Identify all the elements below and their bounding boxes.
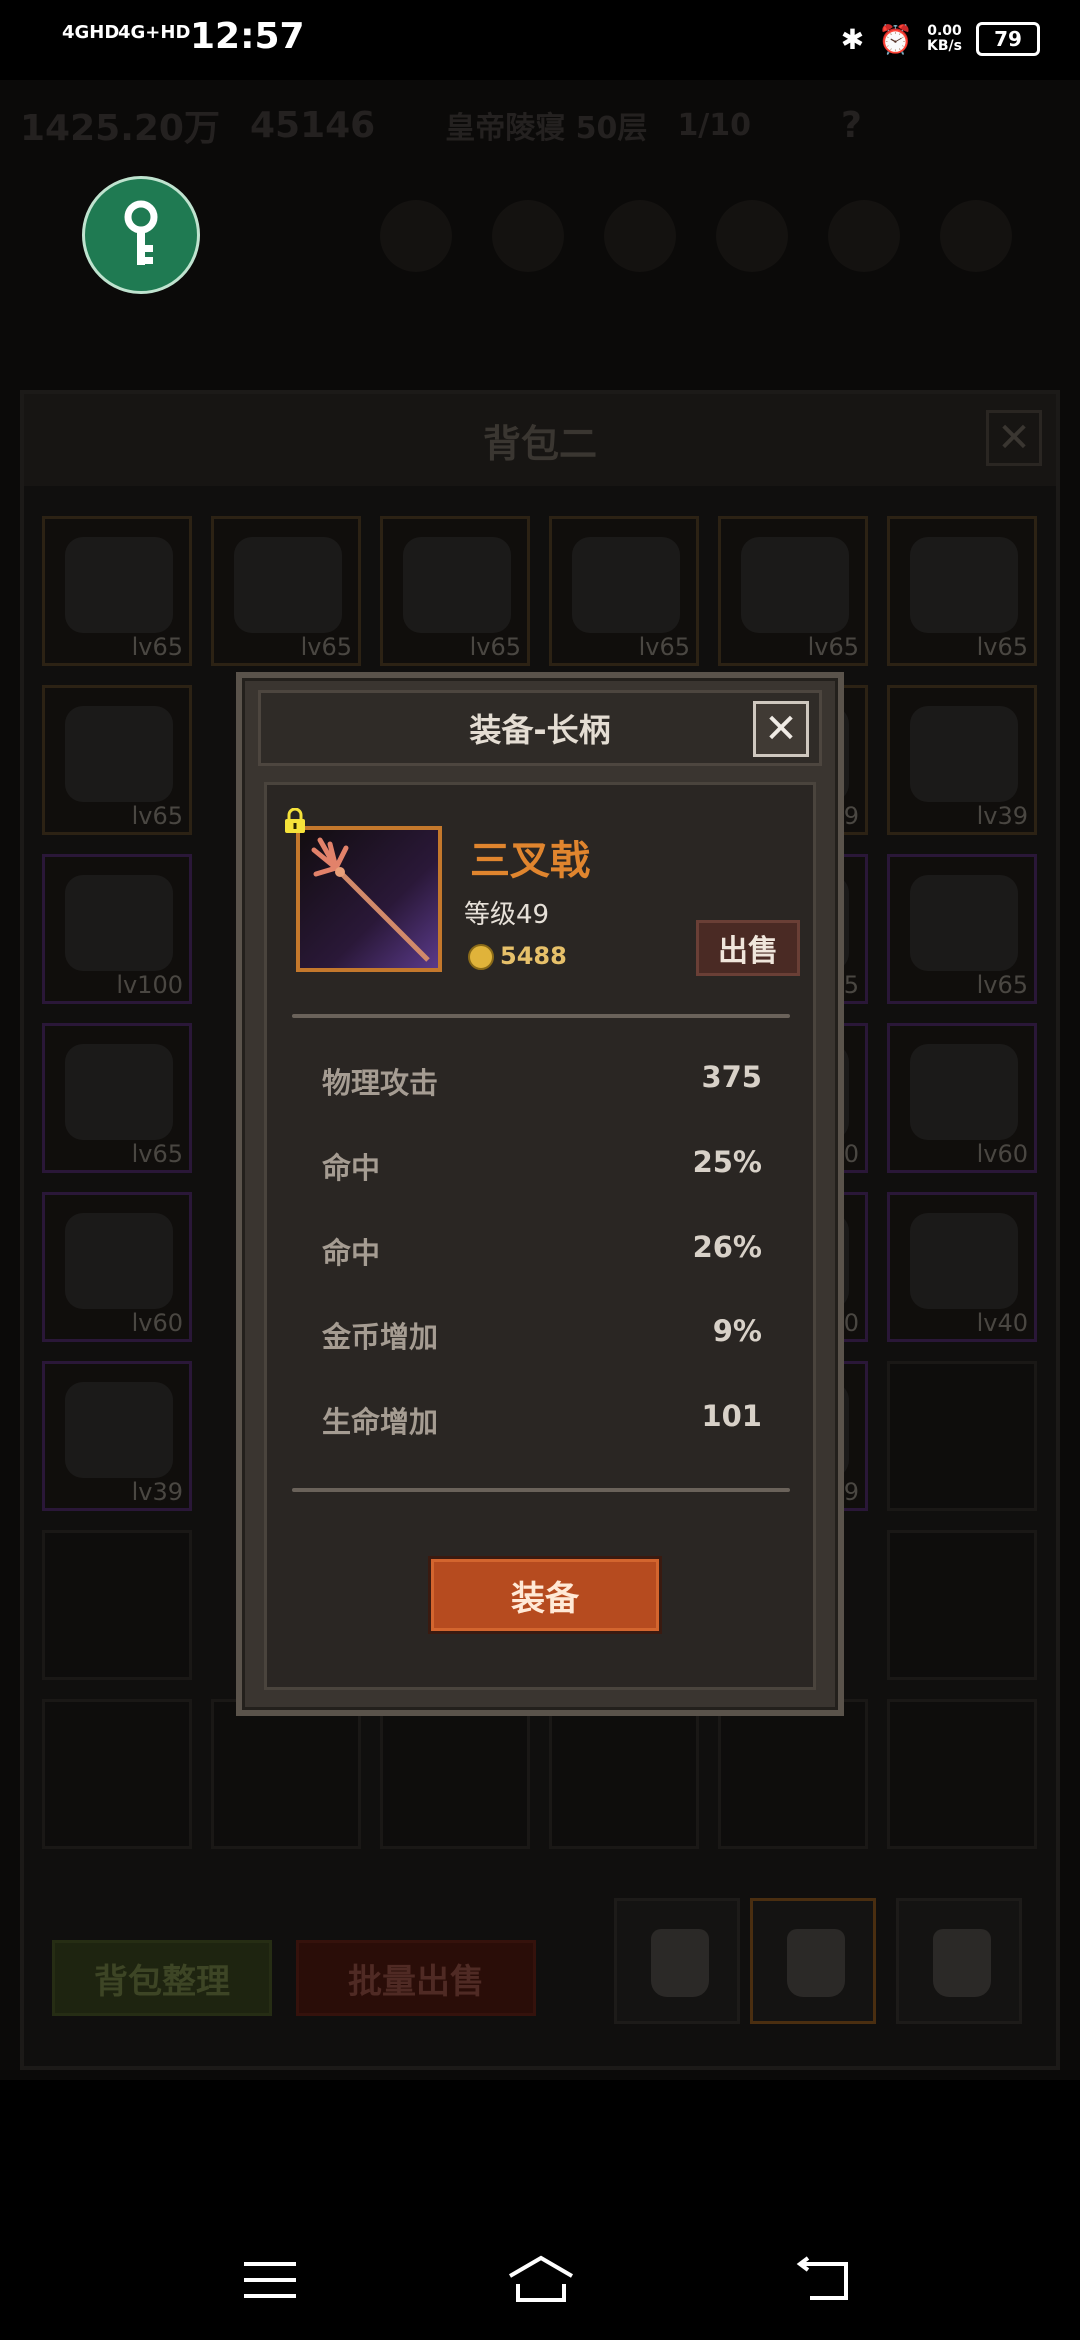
inventory-slot[interactable]: lv39 — [42, 1361, 192, 1511]
stat-row: 命中 25% — [322, 1145, 762, 1185]
stat-row: 金币增加 9% — [322, 1314, 762, 1354]
item-level: 等级49 — [464, 900, 550, 930]
inventory-slot[interactable]: lv65 — [887, 854, 1037, 1004]
stat-value: 375 — [701, 1060, 762, 1094]
inventory-slot-empty[interactable] — [549, 1699, 699, 1849]
batch-sell-button[interactable]: 批量出售 — [296, 1940, 536, 2016]
stat-value: 101 — [701, 1399, 762, 1433]
inventory-slot-empty[interactable] — [887, 1699, 1037, 1849]
inventory-slot[interactable]: lv65 — [549, 516, 699, 666]
sell-button[interactable]: 出售 — [696, 920, 800, 976]
dialog-close-button[interactable]: ✕ — [753, 701, 809, 757]
trident-icon — [300, 830, 438, 968]
stat-row: 命中 26% — [322, 1230, 762, 1270]
backpack-title: 背包二 — [24, 394, 1056, 486]
inventory-slot-empty[interactable] — [718, 1699, 868, 1849]
battery-icon: 79 — [976, 22, 1040, 56]
menu-icon[interactable] — [244, 2260, 296, 2300]
skill-icon[interactable] — [828, 200, 900, 272]
item-price: 5488 — [500, 942, 567, 970]
dialog-header: 装备-长柄 ✕ — [258, 690, 822, 766]
skill-icon[interactable] — [604, 200, 676, 272]
stat-name: 生命增加 — [322, 1405, 439, 1439]
inventory-slot-empty[interactable] — [211, 1699, 361, 1849]
net-speed-unit: KB/s — [927, 38, 962, 54]
key-count: 1/10 — [677, 107, 752, 143]
divider — [292, 1488, 790, 1492]
inventory-slot[interactable]: lv65 — [211, 516, 361, 666]
backpack-icon — [787, 1929, 845, 1997]
backpack-tab-3[interactable] — [896, 1898, 1022, 2024]
item-name: 三叉戟 — [470, 838, 590, 884]
inventory-slot[interactable]: lv65 — [42, 1023, 192, 1173]
net-speed: 0.00 — [927, 23, 962, 39]
stat-row: 物理攻击 375 — [322, 1060, 762, 1100]
lock-icon[interactable] — [282, 808, 308, 834]
back-icon[interactable] — [796, 2256, 852, 2302]
inventory-slot[interactable]: lv60 — [42, 1192, 192, 1342]
backpack-tab-1[interactable] — [614, 1898, 740, 2024]
backpack-close-button[interactable]: ✕ — [986, 410, 1042, 466]
network-indicator-1: 4GHD — [62, 22, 120, 43]
gem-amount: 45146 — [249, 104, 376, 146]
inventory-slot-empty[interactable] — [42, 1699, 192, 1849]
backpack-icon — [651, 1929, 709, 1997]
network-indicator-2: 4G+HD — [118, 22, 191, 43]
skill-icon-row — [380, 200, 1012, 272]
gold-amount: 1425.20万 — [20, 108, 220, 149]
equip-button[interactable]: 装备 — [428, 1556, 662, 1634]
inventory-slot[interactable]: lv40 — [887, 1192, 1037, 1342]
inventory-slot-empty[interactable] — [380, 1699, 530, 1849]
skill-icon[interactable] — [492, 200, 564, 272]
inventory-slot[interactable]: lv65 — [718, 516, 868, 666]
stat-name: 金币增加 — [322, 1320, 439, 1354]
stat-row: 生命增加 101 — [322, 1399, 762, 1439]
inventory-slot[interactable]: lv65 — [42, 685, 192, 835]
dialog-title: 装备-长柄 — [469, 711, 611, 749]
backpack-icon — [933, 1929, 991, 1997]
resource-bar: 1425.20万 45146 皇帝陵寝 50层 1/10 ? — [20, 95, 1060, 155]
stat-value: 9% — [712, 1314, 762, 1348]
sort-backpack-button[interactable]: 背包整理 — [52, 1940, 272, 2016]
alarm-icon: ⏰ — [878, 22, 914, 56]
equipment-dialog: 装备-长柄 ✕ 三叉戟 等级49 5488 出售 物理攻击 375 命中 25%… — [236, 672, 844, 1716]
stat-name: 物理攻击 — [322, 1066, 439, 1100]
inventory-slot[interactable]: lv65 — [887, 516, 1037, 666]
bluetooth-icon: ✱ — [840, 22, 865, 56]
key-icon — [124, 200, 158, 265]
divider — [292, 1014, 790, 1018]
stat-value: 26% — [692, 1230, 762, 1264]
skill-icon[interactable] — [940, 200, 1012, 272]
inventory-slot-empty[interactable] — [887, 1530, 1037, 1680]
inventory-slot[interactable]: lv39 — [887, 685, 1037, 835]
navigation-bar — [0, 2220, 1080, 2340]
backpack-tab-2[interactable] — [750, 1898, 876, 2024]
location-label: 皇帝陵寝 50层 — [445, 111, 648, 146]
inventory-slot-empty[interactable] — [887, 1361, 1037, 1511]
stat-name: 命中 — [322, 1236, 381, 1270]
inventory-slot[interactable]: lv60 — [887, 1023, 1037, 1173]
skill-icon[interactable] — [716, 200, 788, 272]
key-button[interactable] — [82, 176, 200, 294]
status-bar: 4GHD 4G+HD 12:57 ✱ ⏰ 0.00 KB/s 79 — [0, 0, 1080, 80]
skill-icon[interactable] — [380, 200, 452, 272]
inventory-slot[interactable]: lv65 — [380, 516, 530, 666]
inventory-slot[interactable]: lv65 — [42, 516, 192, 666]
home-icon[interactable] — [506, 2254, 576, 2304]
item-icon-frame[interactable] — [296, 826, 442, 972]
coin-icon — [468, 944, 494, 970]
stat-value: 25% — [692, 1145, 762, 1179]
stat-name: 命中 — [322, 1151, 381, 1185]
clock: 12:57 — [190, 16, 305, 57]
help-icon[interactable]: ? — [841, 105, 862, 146]
inventory-slot[interactable]: lv100 — [42, 854, 192, 1004]
inventory-slot-empty[interactable] — [42, 1530, 192, 1680]
